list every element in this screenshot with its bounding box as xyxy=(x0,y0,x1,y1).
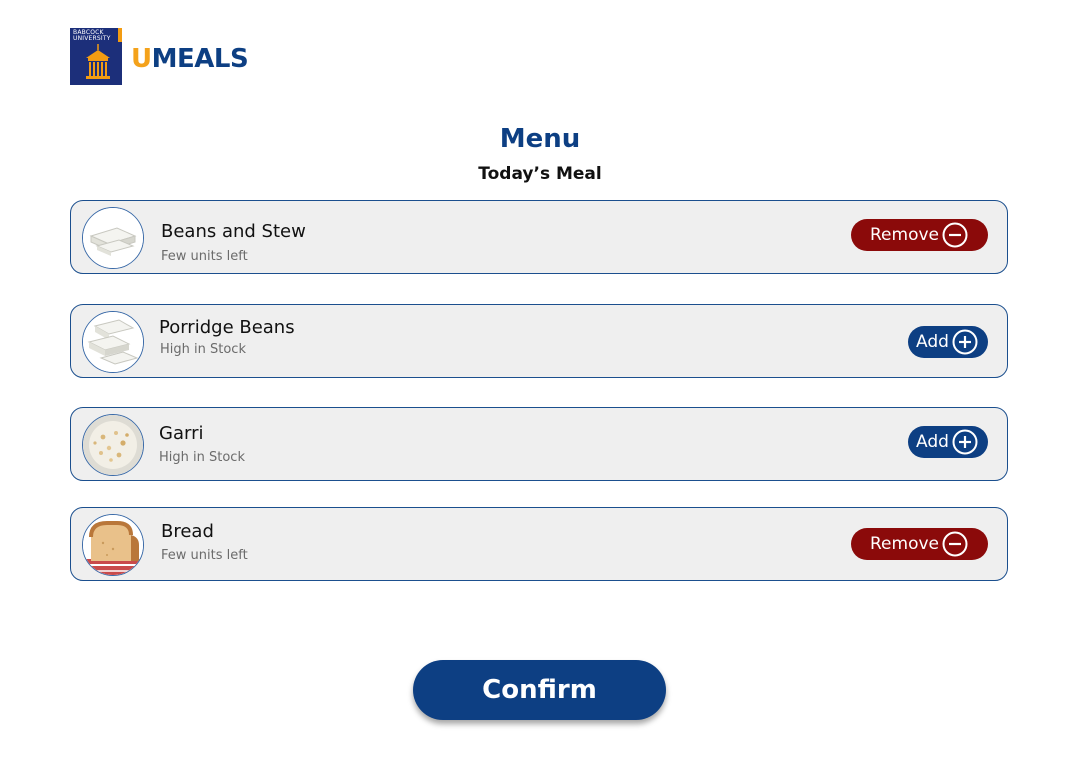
garri-bowl-icon xyxy=(82,414,144,476)
meal-stock-status: High in Stock xyxy=(160,342,246,357)
meal-name: Beans and Stew xyxy=(161,221,306,242)
white-blocks-food-icon xyxy=(82,311,144,373)
meal-card-garri: Garri High in Stock Add xyxy=(70,407,1008,481)
page-title: Menu xyxy=(499,124,581,154)
meal-stock-status: Few units left xyxy=(161,249,248,264)
add-button-label: Add xyxy=(916,332,949,352)
meal-card-bread: Bread Few units left Remove xyxy=(70,507,1008,581)
white-blocks-food-icon xyxy=(82,207,144,269)
remove-button-label: Remove xyxy=(870,225,939,245)
brand-letter-u: U xyxy=(131,44,152,74)
remove-button[interactable]: Remove xyxy=(851,219,988,251)
brand-rest: MEALS xyxy=(151,44,249,74)
logo-accent-bar xyxy=(118,28,122,42)
page-subtitle: Today’s Meal xyxy=(478,164,602,184)
remove-button-label: Remove xyxy=(870,534,939,554)
plus-circle-icon xyxy=(951,428,979,456)
add-button-label: Add xyxy=(916,432,949,452)
meal-name: Porridge Beans xyxy=(159,317,295,338)
remove-button[interactable]: Remove xyxy=(851,528,988,560)
plus-circle-icon xyxy=(951,328,979,356)
meal-name: Garri xyxy=(159,423,204,444)
bread-loaf-icon xyxy=(82,514,144,576)
minus-circle-icon xyxy=(941,221,969,249)
minus-circle-icon xyxy=(941,530,969,558)
add-button[interactable]: Add xyxy=(908,426,988,458)
meal-stock-status: High in Stock xyxy=(159,450,245,465)
meal-name: Bread xyxy=(161,521,214,542)
page: BABCOCK UNIVERSITY UMEALS Menu Today’s M… xyxy=(0,0,1080,768)
university-logo: BABCOCK UNIVERSITY xyxy=(70,28,122,85)
meal-stock-status: Few units left xyxy=(161,548,248,563)
confirm-button[interactable]: Confirm xyxy=(413,660,666,720)
meal-card-porridge-beans: Porridge Beans High in Stock Add xyxy=(70,304,1008,378)
building-icon xyxy=(86,44,110,79)
add-button[interactable]: Add xyxy=(908,326,988,358)
brand-name: UMEALS xyxy=(131,44,249,74)
meal-card-beans-and-stew: Beans and Stew Few units left Remove xyxy=(70,200,1008,274)
